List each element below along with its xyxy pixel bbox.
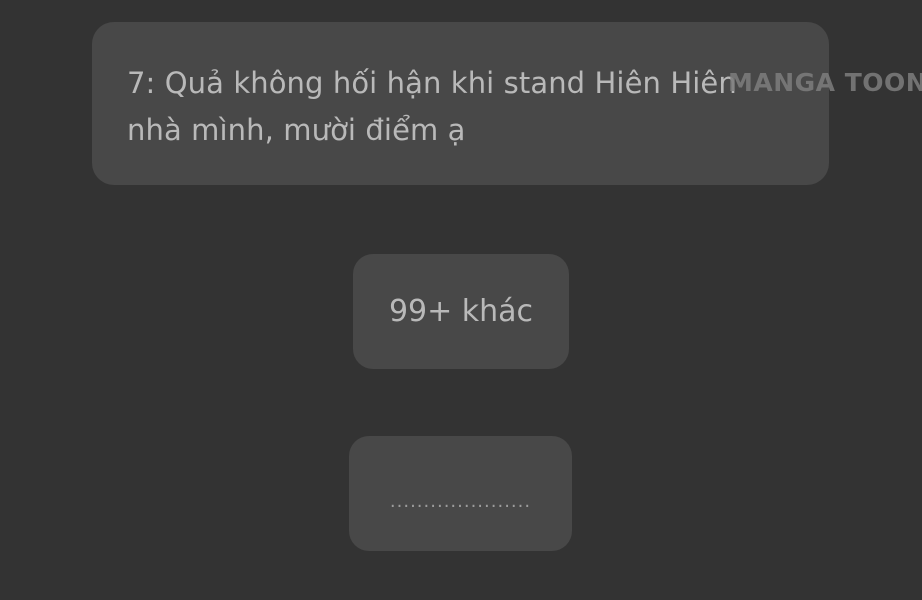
ellipsis-button[interactable]: ..................... [349, 436, 572, 551]
ellipsis-label: ..................... [389, 491, 532, 512]
comment-bubble: 7: Quả không hối hận khi stand Hiên Hiên… [92, 22, 829, 185]
watermark-logo: MANGA TOON [728, 68, 922, 97]
more-comments-button[interactable]: 99+ khác [353, 254, 569, 369]
comment-text: 7: Quả không hối hận khi stand Hiên Hiên… [127, 66, 737, 147]
more-comments-label: 99+ khác [388, 294, 534, 329]
